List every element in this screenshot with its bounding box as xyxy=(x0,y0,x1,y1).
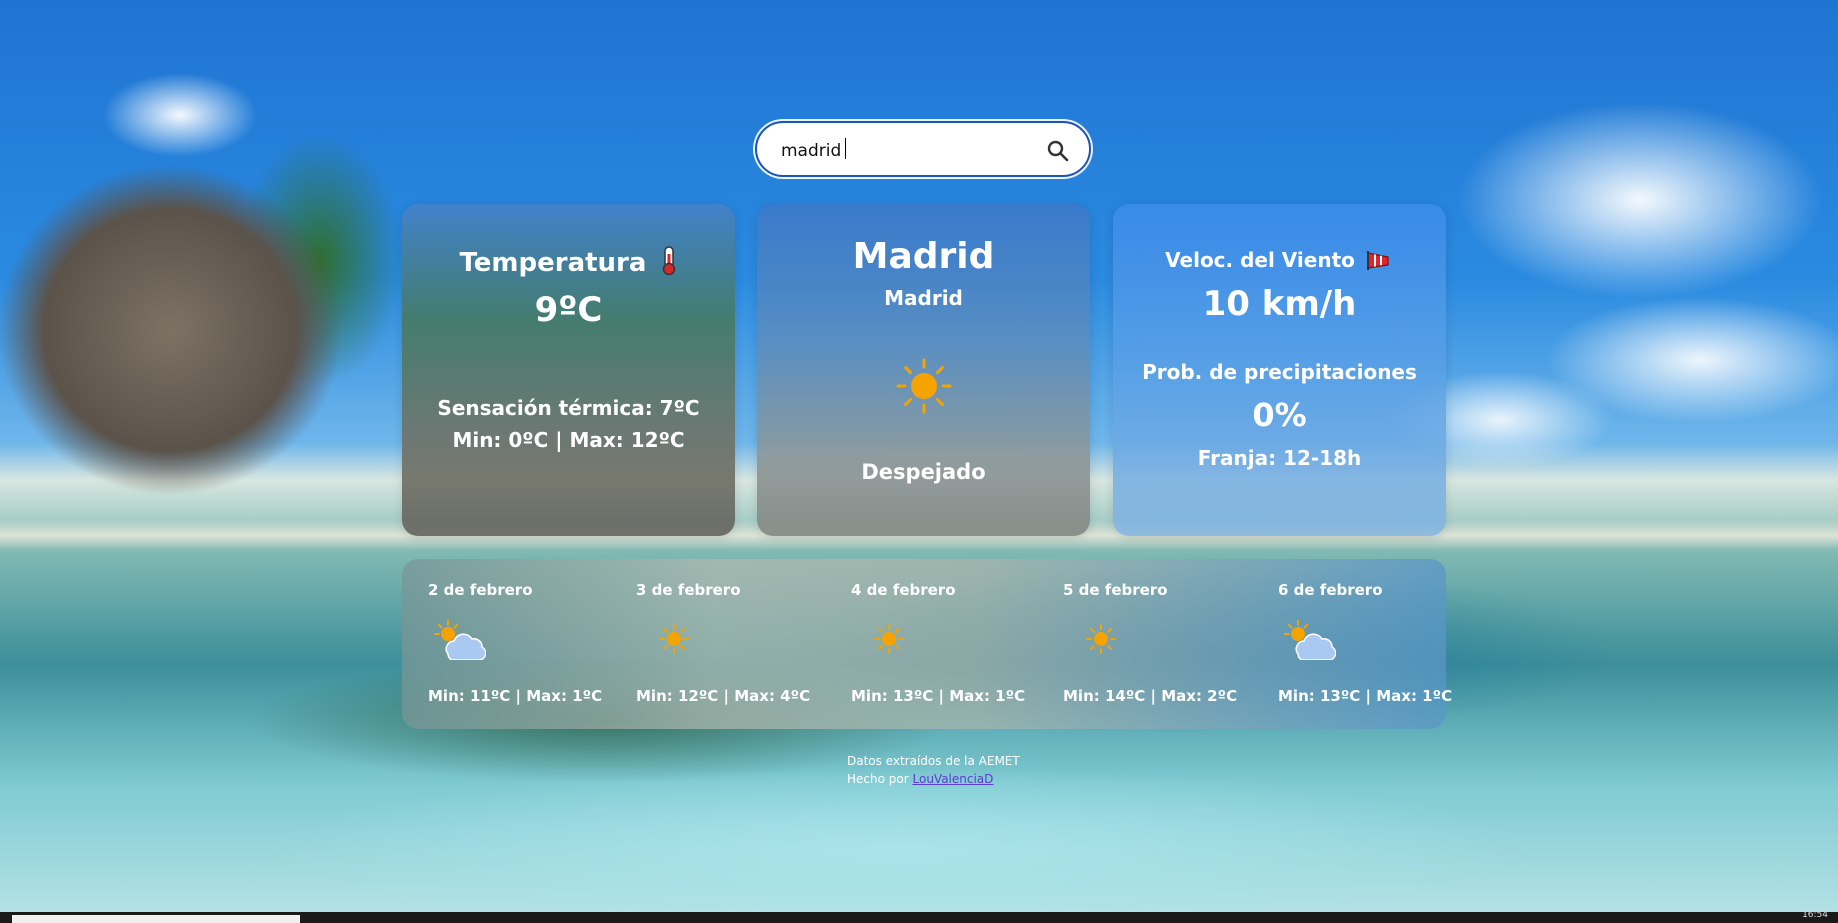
location-card: Madrid Madrid Despejado xyxy=(757,204,1090,536)
credits-label: Hecho por xyxy=(847,772,909,786)
forecast-day: 2 de febrero Min: 11ºC | Max: 1ºC xyxy=(428,559,628,729)
windsock-icon xyxy=(1366,251,1389,270)
taskbar-clock: 16:54 xyxy=(1802,910,1828,920)
credits: Hecho por LouValenciaD xyxy=(847,770,1020,788)
precipitation-range: Franja: 12-18h xyxy=(1197,446,1362,470)
text-caret xyxy=(845,138,846,159)
precipitation-title: Prob. de precipitaciones xyxy=(1142,360,1417,384)
feels-like: Sensación térmica: 7ºC xyxy=(437,396,700,420)
forecast-minmax: Min: 11ºC | Max: 1ºC xyxy=(428,687,603,705)
taskbar-search-field[interactable] xyxy=(12,915,300,923)
forecast-date: 5 de febrero xyxy=(1063,581,1168,599)
temperature-title-text: Temperatura xyxy=(459,248,647,278)
wind-title-text: Veloc. del Viento xyxy=(1165,248,1355,272)
temperature-value: 9ºC xyxy=(534,290,603,330)
search-button[interactable] xyxy=(1043,136,1073,166)
sun-icon xyxy=(874,624,904,658)
footer: Datos extraídos de la AEMET Hecho por Lo… xyxy=(847,752,1020,788)
forecast-date: 2 de febrero xyxy=(428,581,533,599)
wind-card: Veloc. del Viento 10 km/h Prob. de preci… xyxy=(1113,204,1446,536)
forecast-panel: 2 de febrero Min: 11ºC | Max: 1ºC 3 de f… xyxy=(402,559,1452,729)
search-icon xyxy=(1047,140,1069,162)
weather-condition: Despejado xyxy=(861,460,986,484)
thermometer-icon xyxy=(662,246,675,276)
temperature-title: Temperatura xyxy=(402,246,735,278)
sun-icon xyxy=(659,624,689,658)
search-bar xyxy=(755,121,1091,177)
forecast-minmax: Min: 13ºC | Max: 1ºC xyxy=(851,687,1026,705)
search-input[interactable] xyxy=(779,137,1033,165)
sun-cloud-icon xyxy=(434,620,487,664)
wind-speed: 10 km/h xyxy=(1202,284,1357,324)
sun-icon xyxy=(896,358,952,418)
data-source: Datos extraídos de la AEMET xyxy=(847,754,1020,768)
precipitation-value: 0% xyxy=(1252,396,1307,434)
forecast-day: 4 de febrero Min: 13ºC | Max: 1ºC xyxy=(851,559,1051,729)
forecast-minmax: Min: 14ºC | Max: 2ºC xyxy=(1063,687,1238,705)
forecast-day: 6 de febrero Min: 13ºC | Max: 1ºC xyxy=(1278,559,1478,729)
sun-icon xyxy=(1086,624,1116,658)
forecast-minmax: Min: 12ºC | Max: 4ºC xyxy=(636,687,811,705)
temperature-minmax: Min: 0ºC | Max: 12ºC xyxy=(452,428,685,452)
sun-cloud-icon xyxy=(1284,620,1337,664)
forecast-minmax: Min: 13ºC | Max: 1ºC xyxy=(1278,687,1453,705)
wind-title: Veloc. del Viento xyxy=(1113,248,1446,272)
taskbar: 16:54 xyxy=(0,910,1838,923)
temperature-card: Temperatura 9ºC Sensación térmica: 7ºC M… xyxy=(402,204,735,536)
forecast-date: 6 de febrero xyxy=(1278,581,1383,599)
forecast-day: 5 de febrero Min: 14ºC | Max: 2ºC xyxy=(1063,559,1263,729)
forecast-date: 4 de febrero xyxy=(851,581,956,599)
province-name: Madrid xyxy=(884,286,963,310)
city-name: Madrid xyxy=(852,236,995,277)
author-link[interactable]: LouValenciaD xyxy=(913,772,994,786)
forecast-date: 3 de febrero xyxy=(636,581,741,599)
forecast-day: 3 de febrero Min: 12ºC | Max: 4ºC xyxy=(636,559,836,729)
